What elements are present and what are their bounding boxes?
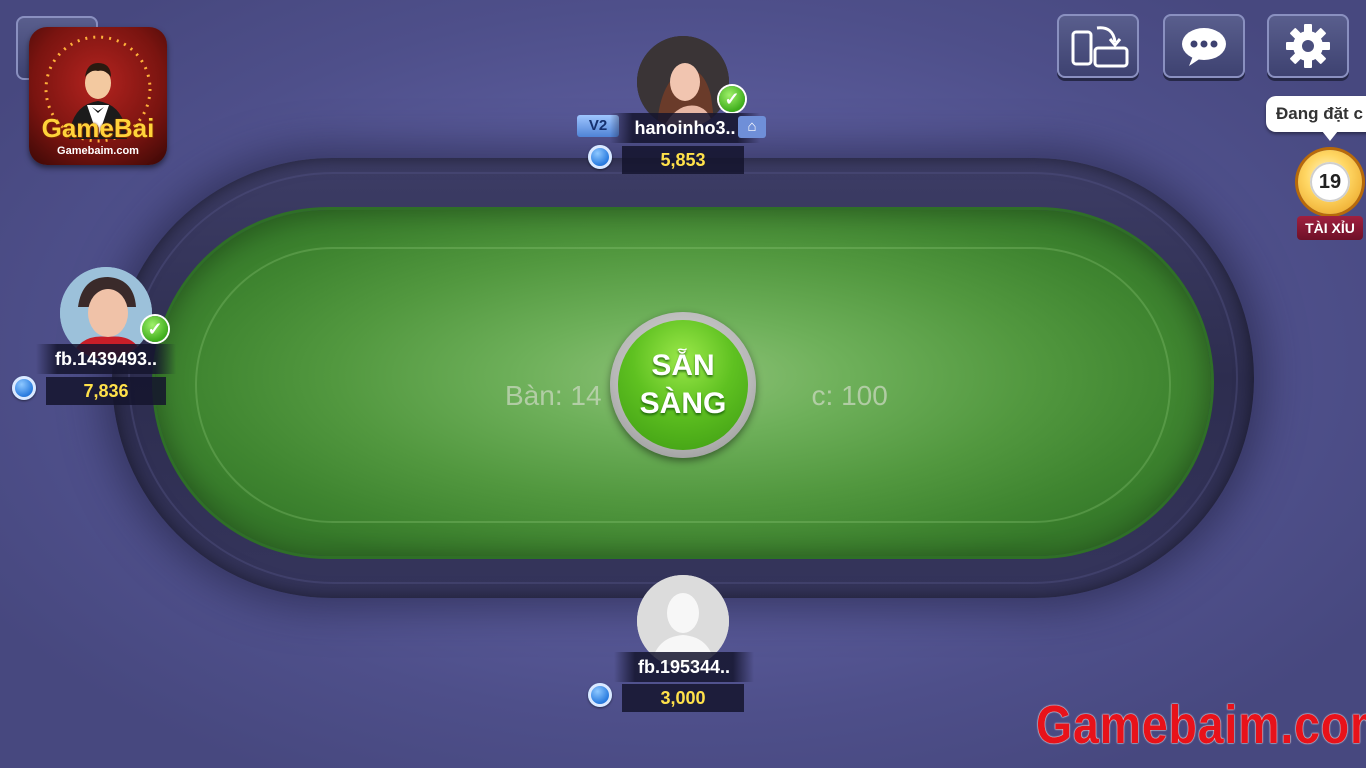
ready-label-line2: SÀNG [639,387,727,420]
chat-button[interactable] [1163,14,1245,78]
player-bottom-chips: 3,000 [622,684,744,712]
taixiu-label[interactable]: TÀI XỈU [1297,216,1363,240]
settings-button[interactable] [1267,14,1349,78]
player-top-home-icon: ⌂ [738,116,766,138]
player-top-chips: 5,853 [622,146,744,174]
logo-brand: GameBai [41,113,155,143]
table-bet: c: 100 [811,380,888,411]
table-number: Bàn: 14 [505,380,602,411]
player-left-name: fb.1439493.. [36,344,176,374]
chat-bubble-icon [1182,28,1226,66]
ready-button[interactable]: SẴN SÀNG [610,312,756,458]
taixiu-countdown: 19 [1310,162,1350,202]
player-top-ready-check-icon: ✓ [719,86,745,112]
player-bottom-name: fb.195344.. [614,652,754,682]
player-top-chip-icon [588,145,612,169]
rotate-screen-button[interactable] [1057,14,1139,78]
player-bottom-chip-icon [588,683,612,707]
alarm-clock-icon[interactable]: 19 [1298,150,1362,214]
player-left-chips: 7,836 [46,377,166,405]
taixiu-status-bubble: Đang đặt c [1266,96,1366,132]
watermark-text: Gamebaim.com [1036,695,1366,755]
ready-label-line1: SẴN [651,349,715,382]
logo-site: Gamebaim.com [57,145,139,157]
bubble-tail [1322,131,1338,141]
player-left-chip-icon [12,376,36,400]
gear-icon [1286,24,1330,68]
gamebai-logo: GameBai Gamebaim.com [29,27,167,165]
player-left-ready-check-icon: ✓ [142,316,168,342]
rotate-device-icon [1071,26,1129,68]
